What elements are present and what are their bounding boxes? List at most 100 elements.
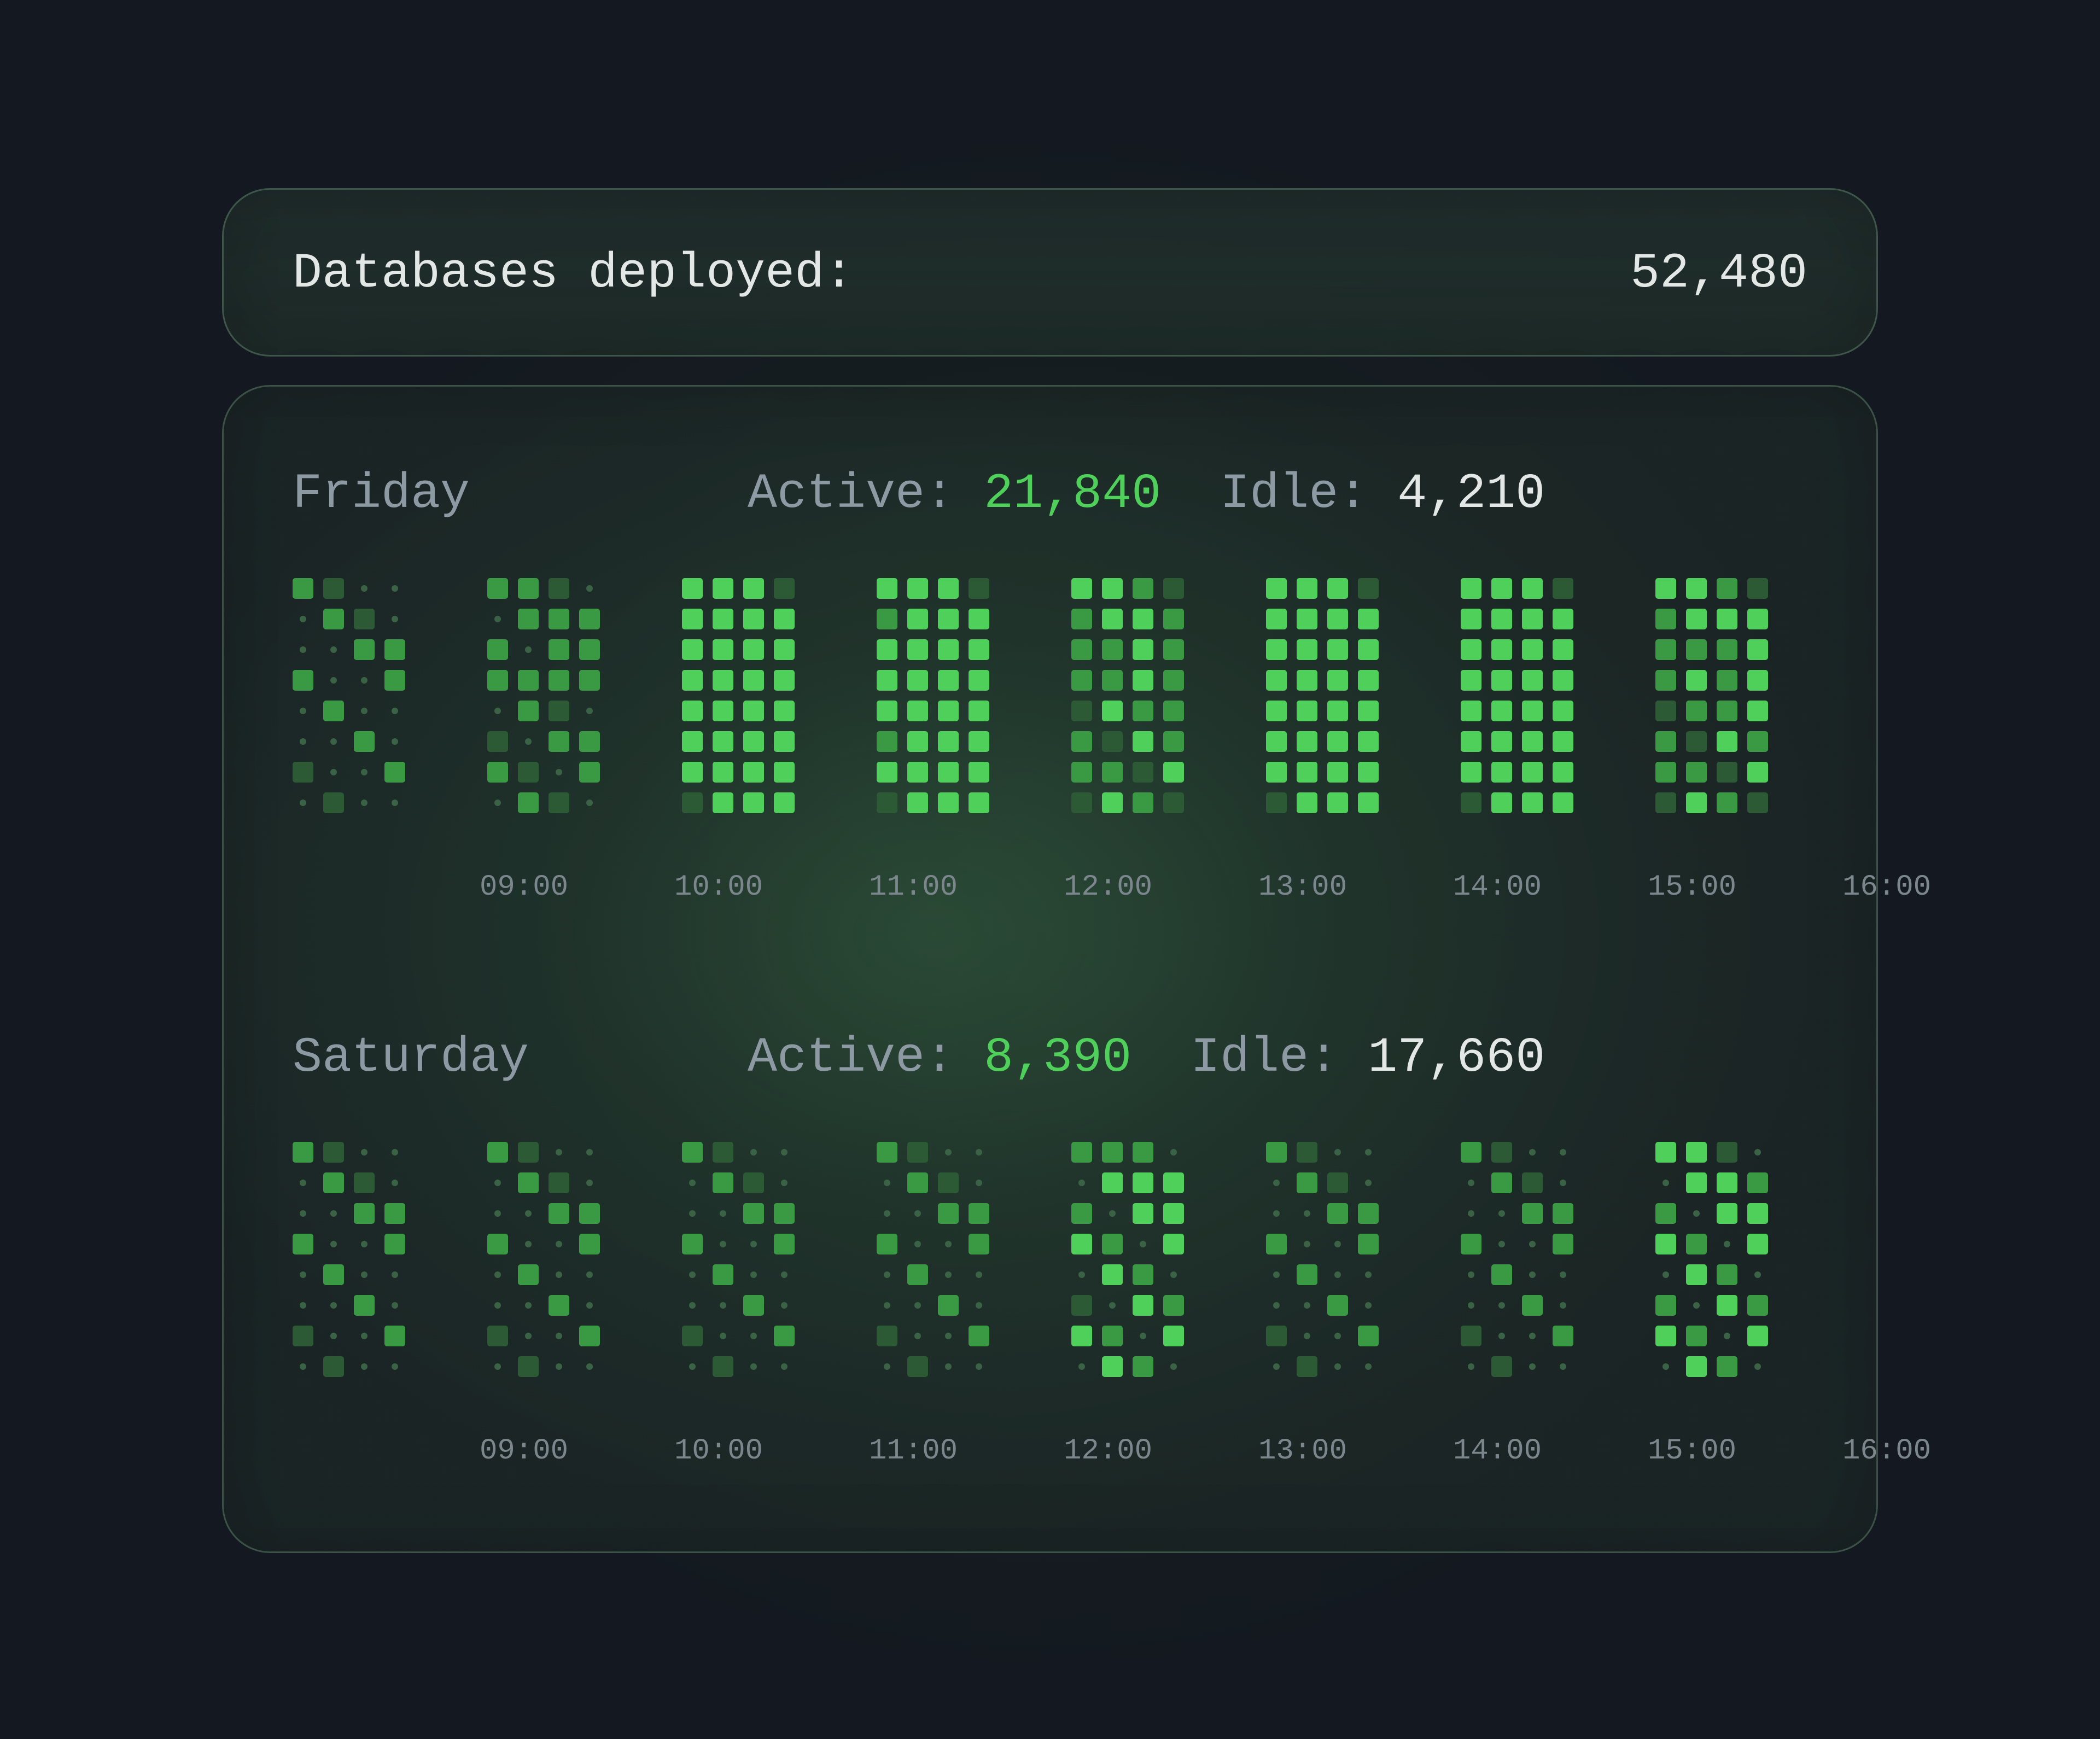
grid-cell: [1686, 639, 1707, 660]
saturday-active-label: Active:: [748, 1030, 955, 1086]
grid-cell: [1686, 1264, 1707, 1285]
grid-cell: [1522, 578, 1543, 599]
saturday-grid-svg: [293, 1142, 1768, 1377]
grid-cell: [1327, 762, 1348, 783]
saturday-hour-grid: [1071, 1142, 1184, 1377]
grid-dot: [914, 1241, 921, 1247]
grid-cell: [938, 792, 959, 813]
saturday-time-label: 11:00: [868, 1434, 958, 1468]
day-name-friday: Friday: [293, 466, 470, 522]
grid-cell: [1297, 1172, 1317, 1193]
grid-cell: [1553, 639, 1573, 660]
grid-dot: [556, 1271, 562, 1278]
grid-dot: [1304, 1210, 1310, 1217]
grid-cell: [743, 792, 764, 813]
grid-cell: [1491, 1264, 1512, 1285]
grid-dot: [1693, 1210, 1700, 1217]
grid-cell: [1133, 792, 1153, 813]
grid-dot: [556, 1363, 562, 1370]
grid-dot: [1273, 1271, 1280, 1278]
grid-cell: [1686, 1172, 1707, 1193]
grid-cell: [1266, 792, 1287, 813]
grid-cell: [877, 670, 897, 691]
grid-cell: [743, 578, 764, 599]
grid-cell: [1553, 762, 1573, 783]
grid-cell: [682, 639, 703, 660]
grid-dot: [361, 708, 368, 714]
grid-dot: [1468, 1302, 1474, 1309]
grid-cell: [682, 1326, 703, 1346]
grid-dot: [1529, 1149, 1536, 1156]
saturday-hour-grid: [293, 1142, 405, 1377]
grid-cell: [354, 1172, 375, 1193]
grid-cell: [1522, 731, 1543, 752]
grid-cell: [1717, 1356, 1737, 1377]
grid-dot: [914, 1333, 921, 1339]
saturday-stats: Active: 8,390 Idle: 17,660: [748, 1031, 1545, 1086]
grid-cell: [1686, 1356, 1707, 1377]
grid-cell: [1133, 1264, 1153, 1285]
grid-dot: [330, 677, 337, 684]
grid-cell: [1358, 1203, 1379, 1224]
grid-cell: [1491, 578, 1512, 599]
grid-cell: [907, 639, 928, 660]
grid-cell: [354, 639, 375, 660]
grid-cell: [487, 1326, 508, 1346]
grid-cell: [1327, 670, 1348, 691]
grid-cell: [579, 639, 600, 660]
grid-cell: [1655, 792, 1676, 813]
grid-cell: [713, 1142, 733, 1163]
grid-cell: [1461, 1326, 1481, 1346]
grid-cell: [1461, 762, 1481, 783]
grid-cell: [1655, 1295, 1676, 1316]
grid-dot: [976, 1271, 982, 1278]
grid-cell: [713, 1356, 733, 1377]
grid-cell: [774, 578, 795, 599]
friday-hour-grid: [1266, 578, 1379, 813]
grid-cell: [713, 762, 733, 783]
grid-cell: [1102, 670, 1123, 691]
grid-cell: [877, 731, 897, 752]
grid-cell: [1491, 701, 1512, 721]
grid-dot: [1334, 1241, 1341, 1247]
grid-dot: [1273, 1180, 1280, 1186]
grid-cell: [293, 1142, 313, 1163]
grid-cell: [1747, 670, 1768, 691]
grid-dot: [300, 1180, 306, 1186]
grid-cell: [713, 1264, 733, 1285]
grid-cell: [1491, 792, 1512, 813]
grid-dot: [1468, 1210, 1474, 1217]
grid-cell: [1071, 1295, 1092, 1316]
friday-time-label: 16:00: [1842, 871, 1932, 904]
grid-cell: [743, 639, 764, 660]
grid-dot: [1662, 1271, 1669, 1278]
grid-cell: [877, 1234, 897, 1254]
grid-dot: [1273, 1302, 1280, 1309]
grid-dot: [1560, 1149, 1566, 1156]
saturday-hourly-grids: [293, 1142, 1811, 1382]
grid-dot: [720, 1241, 726, 1247]
grid-cell: [774, 1234, 795, 1254]
grid-cell: [713, 578, 733, 599]
grid-dot: [884, 1180, 890, 1186]
grid-cell: [1163, 639, 1184, 660]
grid-cell: [774, 670, 795, 691]
grid-cell: [743, 609, 764, 629]
grid-cell: [1297, 639, 1317, 660]
grid-cell: [1297, 1356, 1317, 1377]
grid-dot: [1170, 1149, 1177, 1156]
grid-cell: [487, 1234, 508, 1254]
grid-cell: [293, 578, 313, 599]
grid-cell: [1327, 578, 1348, 599]
grid-cell: [1266, 578, 1287, 599]
friday-time-label: 15:00: [1647, 871, 1737, 904]
grid-cell: [579, 1326, 600, 1346]
grid-cell: [1266, 1326, 1287, 1346]
grid-cell: [682, 762, 703, 783]
grid-dot: [1468, 1180, 1474, 1186]
grid-cell: [1358, 1326, 1379, 1346]
grid-cell: [1163, 1172, 1184, 1193]
grid-cell: [1071, 1234, 1092, 1254]
grid-dot: [750, 1271, 757, 1278]
grid-dot: [976, 1180, 982, 1186]
